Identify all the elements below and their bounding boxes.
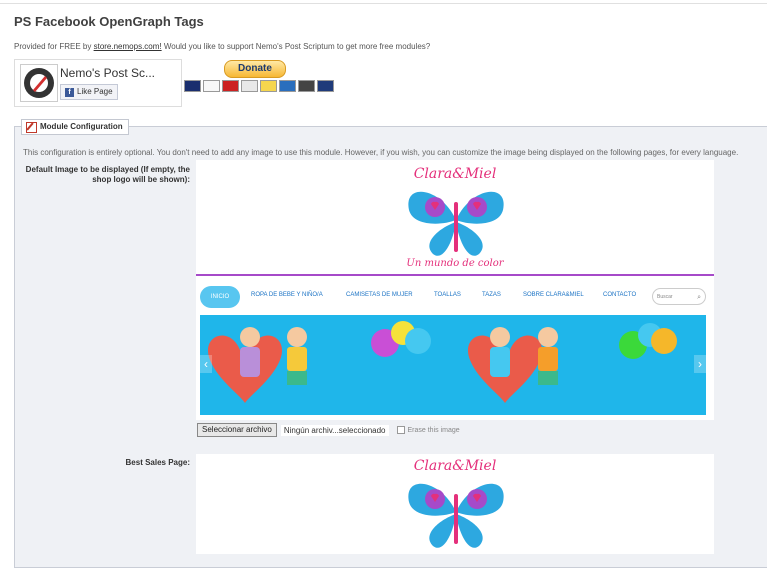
prev-slide-arrow-icon[interactable]: ‹ [200, 355, 212, 373]
erase-image-label: Erase this image [407, 426, 460, 434]
maestro-icon [222, 80, 239, 92]
search-placeholder: Buscar [657, 294, 673, 300]
divider-line [196, 274, 714, 276]
brand-title-2: Clara&Miel [413, 458, 497, 474]
erase-image-checkbox[interactable] [396, 426, 405, 434]
mastercard-icon [184, 80, 201, 92]
default-image-label: Default Image to be displayed (If empty,… [25, 165, 190, 184]
store-link[interactable]: store.nemops.com! [94, 42, 162, 51]
top-divider [0, 3, 767, 4]
nav-camisetas[interactable]: CAMISETAS DE MUJER [346, 292, 413, 298]
provided-suffix: Would you like to support Nemo's Post Sc… [161, 42, 431, 51]
fb-page-name[interactable]: Nemo's Post Sc... [60, 66, 155, 80]
nav-ropa[interactable]: ROPA DE BEBE Y NIÑO/A [251, 292, 323, 298]
provided-by-text: Provided for FREE by store.nemops.com! W… [14, 42, 430, 51]
next-slide-arrow-icon[interactable]: › [694, 355, 706, 373]
facebook-page-widget: Nemo's Post Sc... f Like Page [14, 59, 182, 107]
erase-image-option[interactable]: Erase this image [396, 426, 460, 434]
nav-toallas[interactable]: TOALLAS [434, 292, 461, 298]
choose-file-button[interactable]: Seleccionar archivo [197, 423, 277, 437]
fb-like-label: Like Page [77, 87, 113, 96]
card-icon [241, 80, 258, 92]
nav-inicio[interactable]: INICIO [200, 286, 240, 308]
nemo-logo-icon[interactable] [20, 64, 58, 102]
preview-banner: ‹ › [200, 315, 706, 415]
visa-icon [203, 80, 220, 92]
payment-cards [184, 80, 334, 92]
fb-like-button[interactable]: f Like Page [60, 84, 118, 100]
panel-title: Module Configuration [21, 119, 129, 135]
nav-contacto[interactable]: CONTACTO [603, 292, 636, 298]
preview-search-input[interactable]: Buscar ⌕ [652, 288, 706, 305]
config-description: This configuration is entirely optional.… [23, 148, 739, 157]
file-input-row: Seleccionar archivo Ningún archiv...sele… [197, 423, 460, 437]
brand-title: Clara&Miel [413, 166, 497, 182]
butterfly-icon [408, 191, 504, 256]
card-icon [317, 80, 334, 92]
card-icon [298, 80, 315, 92]
provided-prefix: Provided for FREE by [14, 42, 94, 51]
nav-tazas[interactable]: TAZAS [482, 292, 501, 298]
amex-icon [279, 80, 296, 92]
butterfly-icon [408, 483, 504, 548]
panel-title-label: Module Configuration [40, 122, 123, 131]
donate-button[interactable]: Donate [224, 60, 286, 78]
banner-illustration [207, 321, 677, 403]
brand-tagline: Un mundo de color [406, 258, 504, 269]
edit-icon [26, 121, 37, 133]
facebook-icon: f [65, 87, 74, 97]
default-image-preview: Clara&Miel Un mundo de color INICIO ROPA… [196, 160, 714, 420]
card-icon [260, 80, 277, 92]
preview-nav: INICIO ROPA DE BEBE Y NIÑO/A CAMISETAS D… [200, 283, 710, 311]
search-icon: ⌕ [697, 294, 701, 301]
page-title: PS Facebook OpenGraph Tags [14, 14, 204, 29]
nav-sobre[interactable]: SOBRE CLARA&MIEL [523, 292, 584, 298]
best-sales-preview: Clara&Miel [196, 454, 714, 554]
best-sales-label: Best Sales Page: [125, 458, 190, 467]
file-name-text: Ningún archiv...seleccionado [280, 424, 389, 436]
